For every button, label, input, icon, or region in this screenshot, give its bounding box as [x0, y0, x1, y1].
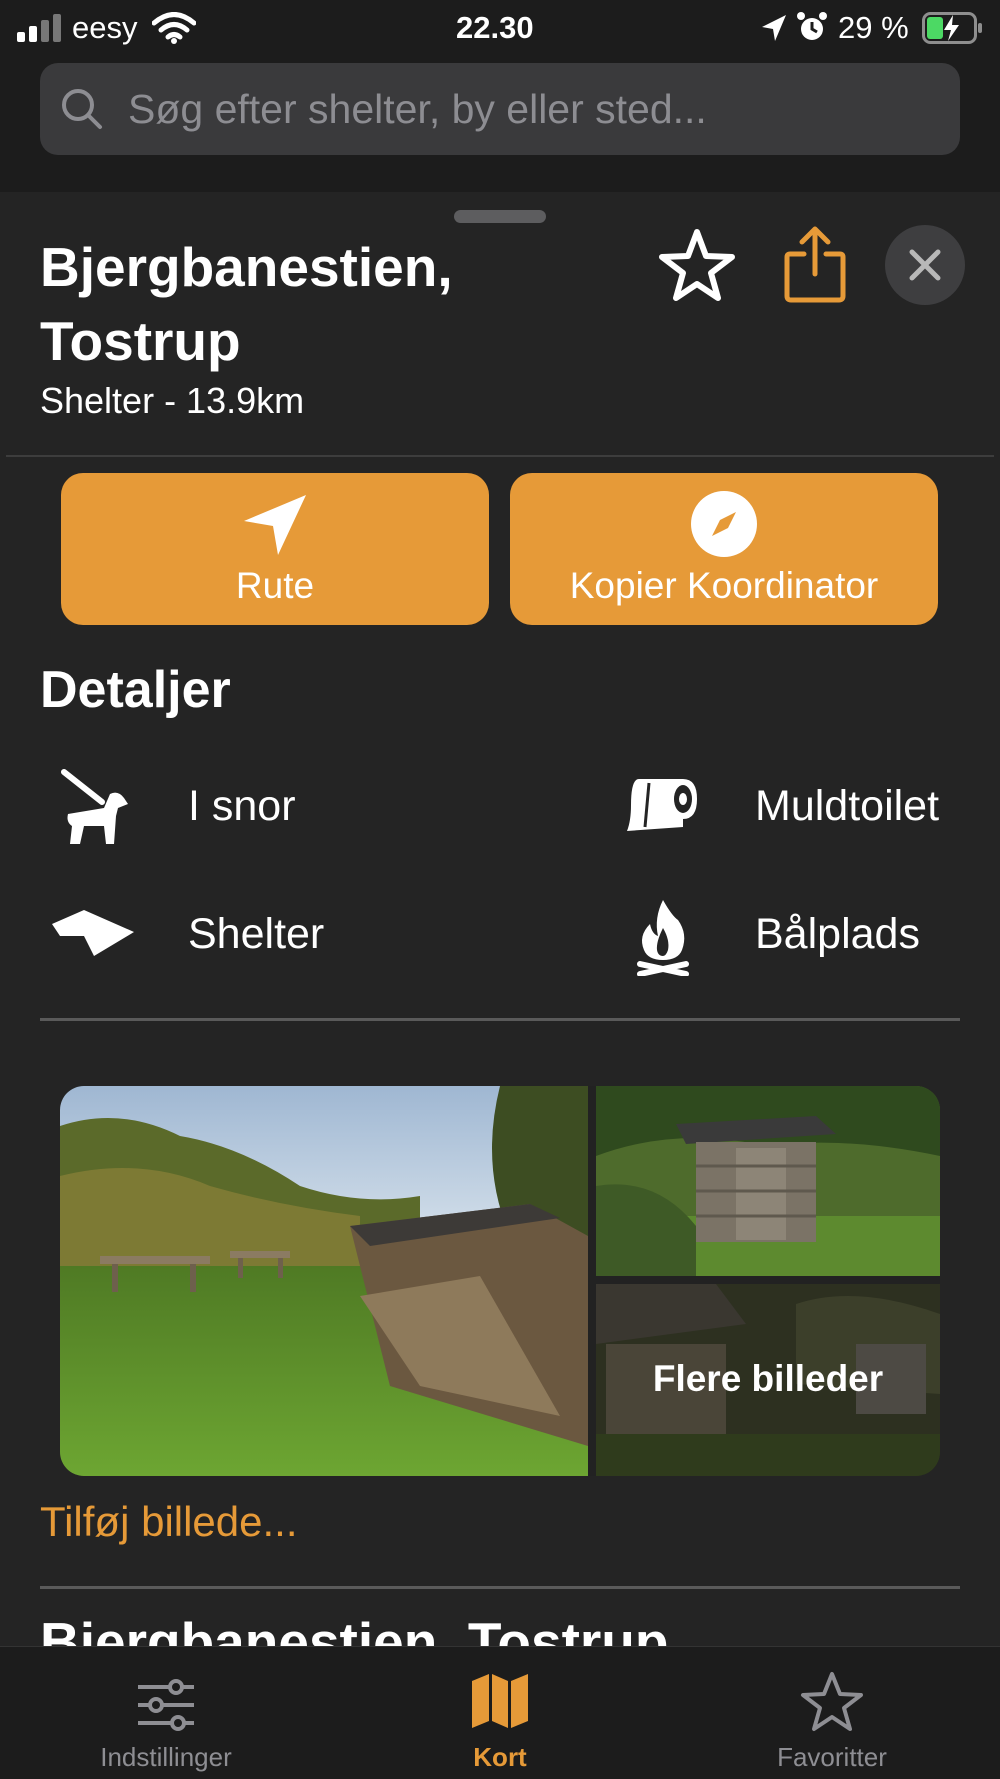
description-title-peek: Bjergbanestien, Tostrup [40, 1611, 669, 1646]
shelter-roof-icon [52, 910, 134, 956]
main-shelter-photo[interactable] [60, 1086, 588, 1476]
header-divider [6, 455, 994, 457]
star-icon [801, 1672, 863, 1731]
tab-map[interactable]: Kort [370, 1647, 630, 1779]
sliders-icon [138, 1679, 194, 1731]
copy-coordinates-button[interactable]: Kopier Koordinator [510, 473, 938, 625]
gallery-divider [40, 1586, 960, 1589]
copy-coordinates-label: Kopier Koordinator [569, 565, 879, 606]
alarm-icon [797, 12, 827, 40]
toilet-paper-icon [627, 779, 697, 831]
detail-label-toilet: Muldtoilet [755, 782, 940, 830]
tab-favorites[interactable]: Favoritter [702, 1647, 962, 1779]
navigation-arrow-icon [244, 495, 306, 555]
tab-bar: Indstillinger Kort Favoritter [0, 1646, 1000, 1779]
photo-gallery: Flere billeder [60, 1086, 940, 1476]
wifi-icon [152, 12, 196, 44]
battery-percent: 29 % [838, 10, 909, 45]
battery-charging-icon [922, 12, 982, 44]
tab-favorites-label: Favoritter [777, 1742, 887, 1772]
place-subtitle: Shelter - 13.9km [40, 380, 305, 421]
map-icon [472, 1674, 528, 1728]
place-detail-sheet: Bjergbanestien, Tostrup Shelter - 13.9km… [0, 192, 1000, 1646]
place-title: Bjergbanestien, Tostrup [40, 230, 600, 378]
search-icon [62, 89, 102, 129]
details-divider [40, 1018, 960, 1021]
close-icon[interactable] [885, 225, 965, 305]
detail-label-leash: I snor [188, 782, 296, 830]
share-icon[interactable] [782, 222, 848, 304]
place-title-line-2: Tostrup [40, 310, 241, 372]
route-button-label: Rute [235, 565, 315, 606]
compass-icon [691, 491, 757, 557]
tab-settings-label: Indstillinger [100, 1742, 232, 1772]
add-photo-link[interactable]: Tilføj billede... [40, 1498, 298, 1546]
favorite-star-icon[interactable] [657, 226, 737, 304]
more-photos-tile[interactable]: Flere billeder [596, 1284, 940, 1476]
details-heading: Detaljer [40, 661, 231, 719]
detail-label-campfire: Bålplads [755, 910, 920, 958]
top-bar: eesy 22.30 29 % Søg efter shelter, by el… [0, 0, 1000, 192]
cellular-signal-icon [17, 14, 61, 42]
location-arrow-icon [762, 15, 786, 41]
campfire-icon [637, 900, 689, 976]
detail-label-shelter: Shelter [188, 910, 325, 958]
search-placeholder[interactable]: Søg efter shelter, by eller sted... [128, 86, 707, 133]
outhouse-photo[interactable] [596, 1086, 940, 1276]
place-title-line-1: Bjergbanestien, [40, 236, 453, 298]
dog-leash-icon [61, 769, 128, 844]
search-bar[interactable]: Søg efter shelter, by eller sted... [40, 63, 960, 155]
carrier-label: eesy [72, 10, 138, 45]
tab-settings[interactable]: Indstillinger [36, 1647, 296, 1779]
sheet-grabber[interactable] [454, 210, 546, 223]
more-photos-label: Flere billeder [652, 1358, 884, 1399]
clock: 22.30 [456, 10, 534, 45]
tab-map-label: Kort [473, 1742, 527, 1772]
route-button[interactable]: Rute [61, 473, 489, 625]
status-bar: eesy 22.30 29 % [0, 0, 1000, 60]
